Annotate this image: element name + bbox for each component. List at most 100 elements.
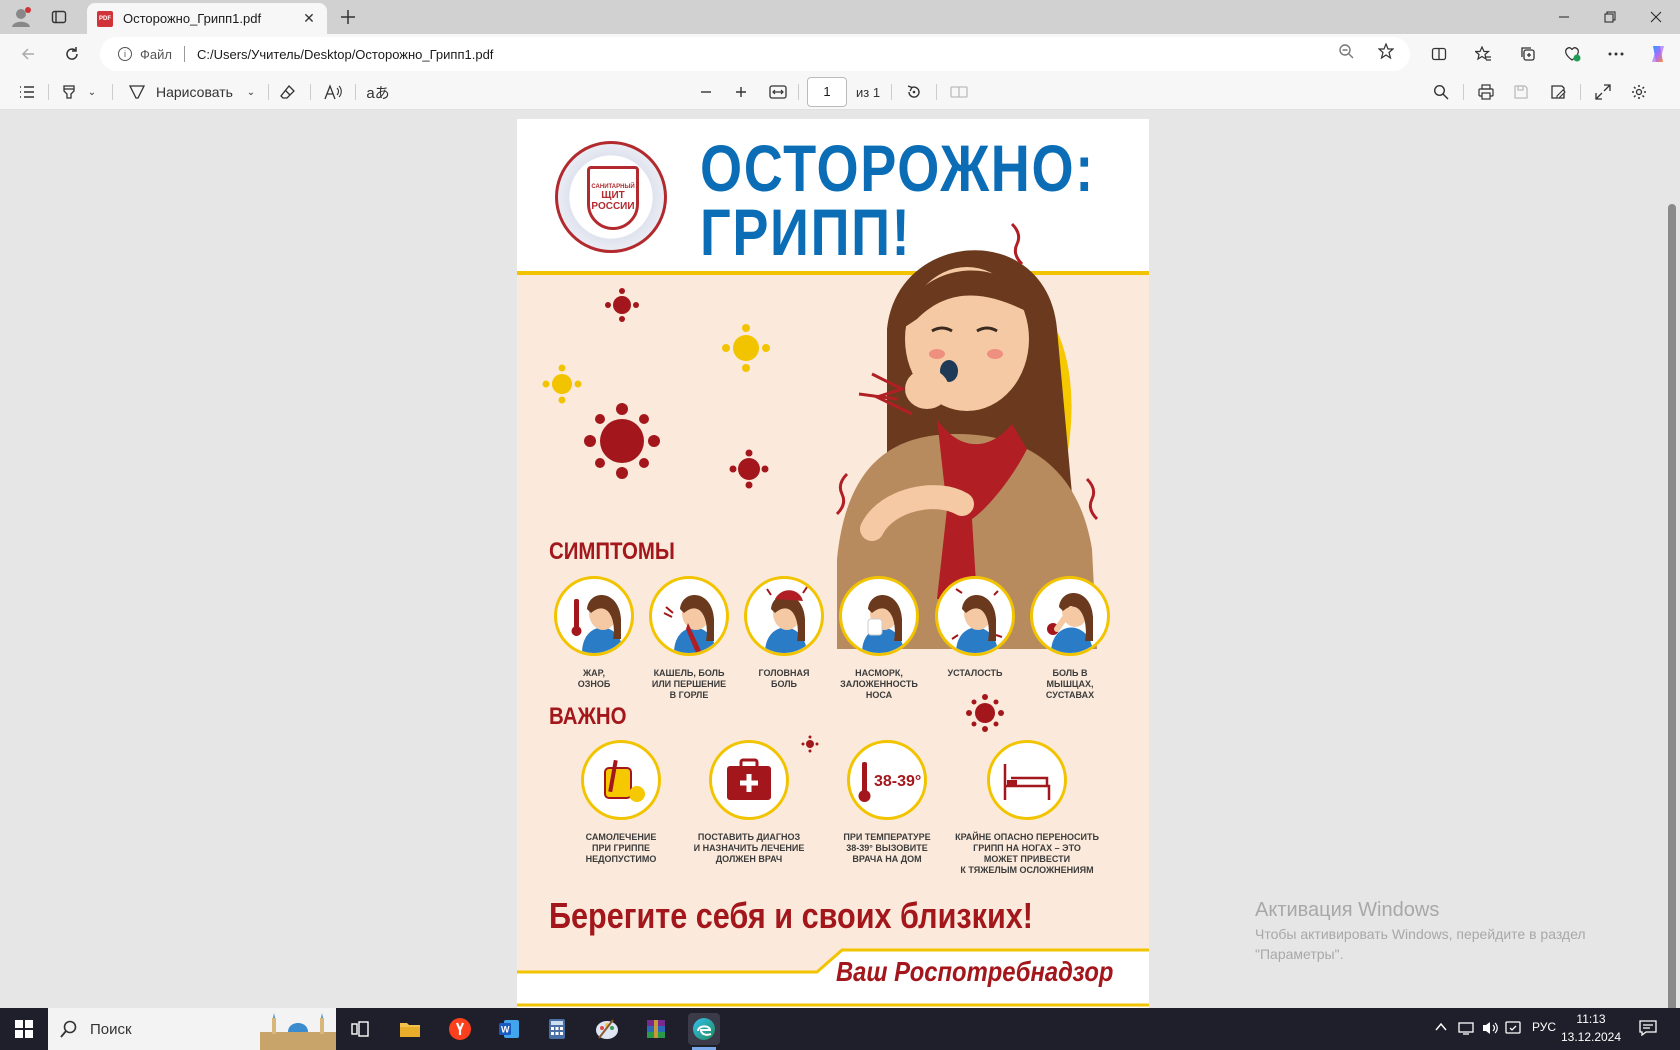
symptom-caption: БОЛЬ В МЫШЦАХ, СУСТАВАХ	[1045, 668, 1095, 700]
search-icon[interactable]	[1430, 80, 1452, 104]
eraser-icon[interactable]	[277, 80, 299, 104]
pdf-toolbar: ⌄ Нарисовать ⌄ aあ 1 из 1	[0, 74, 1680, 110]
symptom-cough: КАШЕЛЬ, БОЛЬ ИЛИ ПЕРШЕНИЕ В ГОРЛЕ	[649, 576, 729, 701]
symptom-caption: КАШЕЛЬ, БОЛЬ ИЛИ ПЕРШЕНИЕ В ГОРЛЕ	[651, 668, 727, 700]
security-center-icon[interactable]	[1505, 1020, 1521, 1039]
draw-pen-icon[interactable]	[126, 80, 148, 104]
search-icon	[60, 1020, 77, 1038]
rotate-icon[interactable]	[903, 80, 925, 104]
medicine-jar-icon	[581, 740, 661, 820]
poster-title-line1: ОСТОРОЖНО:	[700, 131, 1095, 205]
windows-taskbar: Поиск W РУС 11:13 13.12.2024	[0, 1008, 1680, 1050]
fit-to-width-icon[interactable]	[767, 80, 789, 104]
poster-signature: Ваш Роспотребнадзор	[835, 956, 1113, 987]
table-of-contents-icon[interactable]	[16, 80, 38, 104]
back-arrow-icon[interactable]	[16, 42, 40, 66]
clock-date: 13.12.2024	[1560, 1030, 1622, 1044]
symptom-caption: УСТАЛОСТЬ	[947, 668, 1003, 678]
winrar-icon[interactable]	[640, 1013, 672, 1045]
calculator-icon[interactable]	[541, 1013, 573, 1045]
browser-tab-bar: PDF Осторожно_Грипп1.pdf ✕	[0, 0, 1680, 34]
clock-time: 11:13	[1576, 1012, 1606, 1026]
site-info-icon[interactable]: i	[118, 47, 132, 61]
vertical-scrollbar[interactable]	[1668, 204, 1676, 1046]
save-icon[interactable]	[1510, 80, 1532, 104]
important-heading: ВАЖНО	[549, 703, 627, 730]
url-text: C:/Users/Учитель/Desktop/Осторожно_Грипп…	[196, 46, 494, 62]
tab-title: Осторожно_Грипп1.pdf	[123, 11, 262, 26]
fever-thermometer-icon	[554, 576, 634, 656]
file-explorer-icon[interactable]	[394, 1013, 426, 1045]
show-hidden-icons-chevron-icon[interactable]	[1434, 1020, 1448, 1037]
minimize-window-icon[interactable]	[1541, 0, 1587, 34]
cough-icon	[649, 576, 729, 656]
important-caption: ПРИ ТЕМПЕРАТУРЕ 38-39° ВЫЗОВИТЕ ВРАЧА НА Д…	[843, 832, 931, 864]
split-screen-icon[interactable]	[1427, 42, 1451, 66]
important-doctor-diagnosis: ПОСТАВИТЬ ДИАГНОЗ И НАЗНАЧИТЬ ЛЕЧЕНИЕ ДОЛЖ…	[679, 740, 819, 865]
virus-decoration-icon	[966, 694, 1004, 732]
important-caption: САМОЛЕЧЕНИЕ ПРИ ГРИППЕ НЕДОПУСТИМО	[585, 832, 657, 864]
save-as-icon[interactable]	[1547, 80, 1569, 104]
poster-slogan: Берегите себя и своих близких!	[549, 895, 1033, 936]
close-window-icon[interactable]	[1633, 0, 1679, 34]
yandex-browser-icon[interactable]	[444, 1013, 476, 1045]
read-aloud-icon[interactable]	[322, 80, 344, 104]
more-options-icon[interactable]	[1604, 42, 1628, 66]
important-no-self-treatment: САМОЛЕЧЕНИЕ ПРИ ГРИППЕ НЕДОПУСТИМО	[551, 740, 691, 865]
page-view-icon[interactable]	[948, 80, 970, 104]
zoom-in-plus-icon[interactable]	[730, 80, 752, 104]
symptom-muscle-pain: БОЛЬ В МЫШЦАХ, СУСТАВАХ	[1030, 576, 1110, 701]
favorites-icon[interactable]	[1471, 42, 1495, 66]
draw-chevron-down-icon[interactable]: ⌄	[244, 80, 258, 104]
task-view-icon[interactable]	[344, 1013, 376, 1045]
fatigue-icon	[935, 576, 1015, 656]
pdf-file-icon: PDF	[97, 10, 113, 27]
logo-text-line3: РОССИИ	[591, 201, 635, 212]
copilot-icon[interactable]	[1646, 42, 1670, 66]
important-caption: КРАЙНЕ ОПАСНО ПЕРЕНОСИТЬ ГРИПП НА НОГАХ –…	[955, 832, 1099, 875]
print-icon[interactable]	[1475, 80, 1497, 104]
start-button[interactable]	[0, 1008, 48, 1050]
word-icon[interactable]: W	[493, 1013, 525, 1045]
browser-essentials-icon[interactable]	[1560, 42, 1584, 66]
windows-logo-icon	[15, 1020, 33, 1038]
full-screen-icon[interactable]	[1592, 80, 1614, 104]
page-total-label: из 1	[856, 84, 881, 100]
bed-icon	[987, 740, 1067, 820]
taskbar-search-input[interactable]: Поиск	[48, 1008, 336, 1050]
tab-actions-icon[interactable]	[47, 5, 71, 29]
collections-icon[interactable]	[1516, 42, 1540, 66]
keyboard-language-indicator[interactable]: РУС	[1532, 1020, 1556, 1034]
important-caption: ПОСТАВИТЬ ДИАГНОЗ И НАЗНАЧИТЬ ЛЕЧЕНИЕ ДОЛЖ…	[693, 832, 805, 864]
tab-pdf-document[interactable]: PDF Осторожно_Грипп1.pdf ✕	[87, 3, 327, 34]
settings-gear-icon[interactable]	[1628, 80, 1650, 104]
paint-icon[interactable]	[591, 1013, 623, 1045]
network-icon[interactable]	[1458, 1020, 1476, 1039]
edge-browser-icon[interactable]	[688, 1013, 720, 1045]
highlight-chevron-down-icon[interactable]: ⌄	[85, 80, 99, 104]
translate-icon[interactable]: aあ	[366, 80, 390, 104]
logo-text-line2: ЩИТ	[601, 190, 625, 201]
volume-icon[interactable]	[1482, 1020, 1500, 1039]
refresh-icon[interactable]	[60, 42, 84, 66]
notifications-icon[interactable]	[1639, 1020, 1657, 1039]
close-tab-icon[interactable]: ✕	[301, 10, 317, 27]
runny-nose-icon	[839, 576, 919, 656]
symptom-caption: НАСМОРК, ЗАЛОЖЕННОСТЬ НОСА	[840, 668, 918, 700]
first-aid-kit-icon	[709, 740, 789, 820]
draw-button[interactable]: Нарисовать	[156, 80, 233, 104]
highlight-icon[interactable]	[58, 80, 80, 104]
url-input[interactable]: i Файл C:/Users/Учитель/Desktop/Осторожн…	[100, 37, 1410, 71]
page-number-input[interactable]: 1	[807, 77, 847, 107]
system-clock[interactable]: 11:13 13.12.2024	[1556, 1010, 1626, 1046]
new-tab-icon[interactable]	[336, 5, 360, 29]
important-call-doctor: 38-39° ПРИ ТЕМПЕРАТУРЕ 38-39° ВЫЗОВИТЕ ВРА…	[817, 740, 957, 865]
headache-icon	[744, 576, 824, 656]
scrollbar-thumb[interactable]	[1668, 204, 1676, 1024]
favorite-star-icon[interactable]	[1374, 39, 1398, 63]
profile-avatar-icon[interactable]	[9, 5, 33, 29]
restore-window-icon[interactable]	[1587, 0, 1633, 34]
svg-text:W: W	[501, 1025, 510, 1035]
zoom-out-icon[interactable]	[1334, 39, 1358, 63]
zoom-out-minus-icon[interactable]	[695, 80, 717, 104]
